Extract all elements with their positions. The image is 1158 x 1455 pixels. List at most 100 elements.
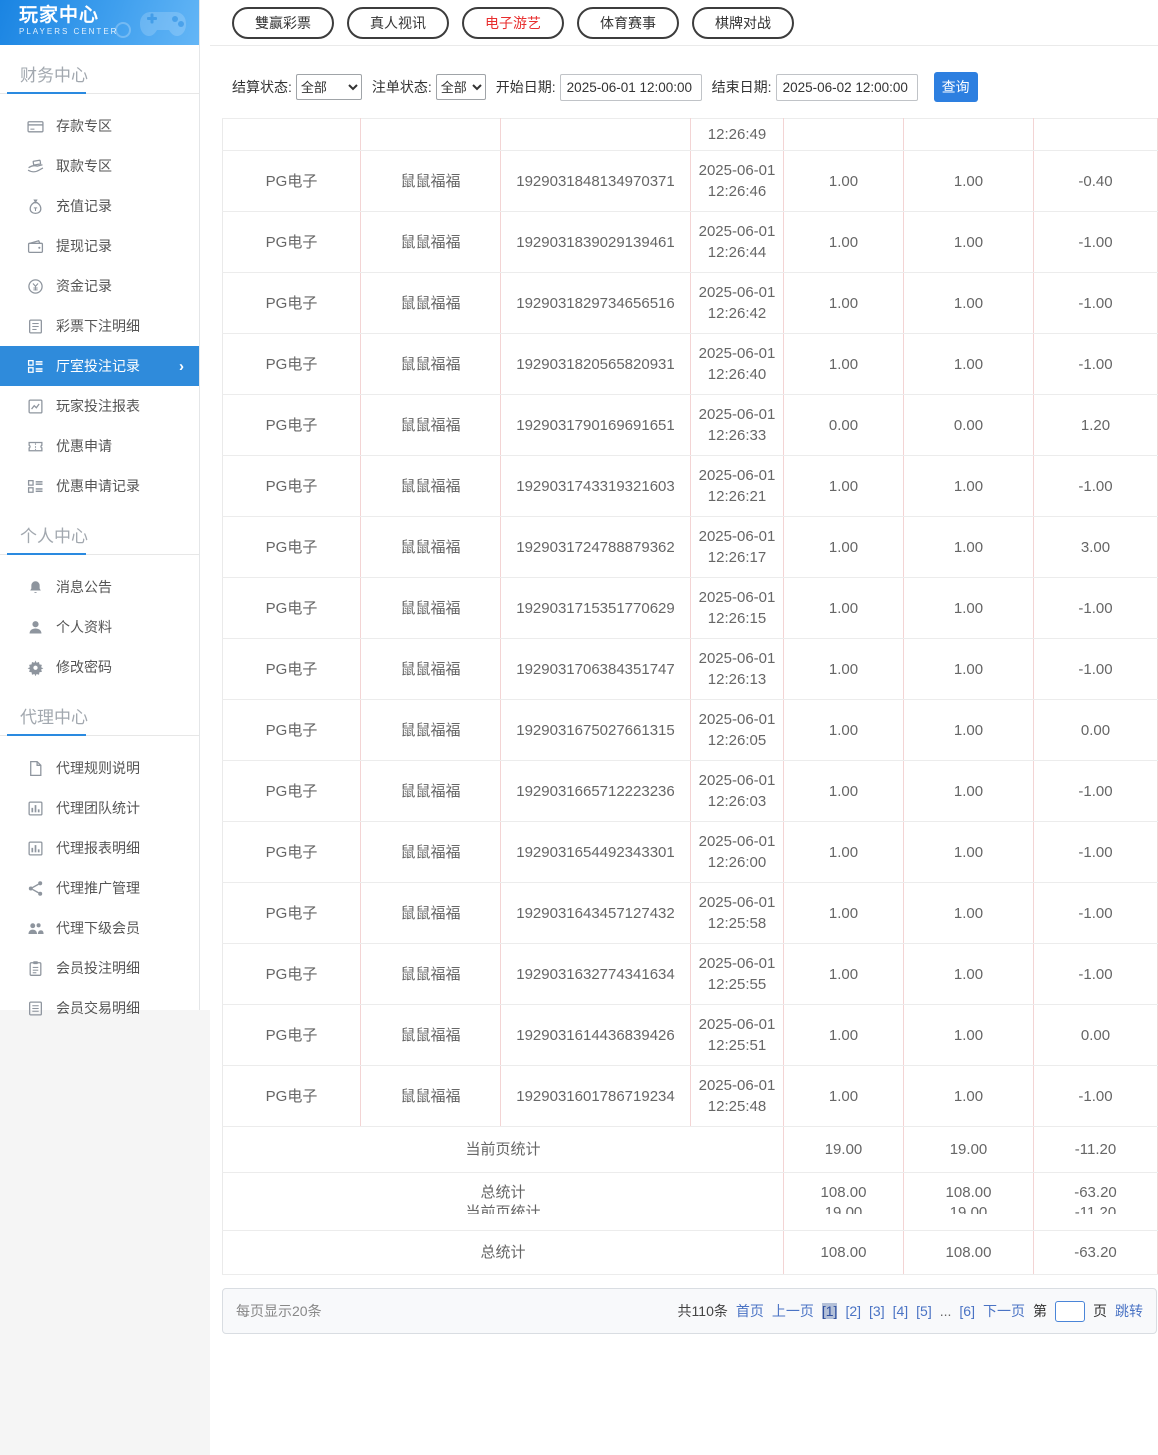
cell-order-no bbox=[500, 118, 691, 151]
tab-electronic-games[interactable]: 电子游艺 bbox=[462, 6, 564, 39]
cell-bet-time: 2025-06-01 12:25:58 bbox=[690, 882, 784, 944]
end-date-label: 结束日期: bbox=[711, 79, 772, 95]
cell-platform: PG电子 bbox=[222, 455, 361, 517]
sidebar-item-deposit-zone[interactable]: 存款专区 bbox=[0, 106, 199, 146]
bet-date: 2025-06-01 bbox=[698, 284, 776, 301]
page-link-2[interactable]: [2] bbox=[845, 1303, 861, 1319]
bet-date: 2025-06-01 bbox=[698, 894, 776, 911]
tab-sports-events[interactable]: 体育赛事 bbox=[577, 6, 679, 39]
jump-prefix-label: 第 bbox=[1033, 1303, 1047, 1319]
sidebar-item-member-trans-detail[interactable]: 会员交易明细 bbox=[0, 988, 199, 1028]
cell-order-no: 1929031715351770629 bbox=[500, 577, 691, 639]
cell-bet-time: 2025-06-01 12:25:55 bbox=[690, 943, 784, 1005]
sidebar-item-agent-team-stats[interactable]: 代理团队统计 bbox=[0, 788, 199, 828]
cell-win-loss: -1.00 bbox=[1033, 211, 1158, 273]
sidebar-item-message-notice[interactable]: 消息公告 bbox=[0, 567, 199, 607]
cell-order-no: 1929031743319321603 bbox=[500, 455, 691, 517]
tabs-bar: 雙赢彩票 真人视讯 电子游艺 体育赛事 棋牌对战 bbox=[210, 0, 1158, 46]
sidebar-item-label: 优惠申请记录 bbox=[56, 478, 140, 494]
page-jump-input[interactable] bbox=[1055, 1300, 1085, 1322]
cell-bet-time: 2025-06-01 12:26:21 bbox=[690, 455, 784, 517]
cell-bet-time: 2025-06-01 12:26:13 bbox=[690, 638, 784, 700]
sidebar-item-label: 代理团队统计 bbox=[56, 800, 140, 816]
sidebar-item-personal-profile[interactable]: 个人资料 bbox=[0, 607, 199, 647]
sidebar-item-promo-apply-record[interactable]: 优惠申请记录 bbox=[0, 466, 199, 506]
cell-bet-amount: 1.00 bbox=[783, 882, 904, 944]
page-link-1[interactable]: [1] bbox=[821, 1303, 838, 1319]
tab-board-games[interactable]: 棋牌对战 bbox=[692, 6, 794, 39]
cell-platform: PG电子 bbox=[222, 272, 361, 334]
sidebar-item-change-password[interactable]: 修改密码 bbox=[0, 647, 199, 687]
cell-bet-time: 2025-06-01 12:26:33 bbox=[690, 394, 784, 456]
sidebar-item-withdraw-zone[interactable]: 取款专区 bbox=[0, 146, 199, 186]
bet-time: 12:25:48 bbox=[707, 1098, 767, 1115]
summary-label-line2: 当前页统计 bbox=[465, 1204, 541, 1214]
sidebar-item-withdraw-record[interactable]: 提现记录 bbox=[0, 226, 199, 266]
cell-bet-time: 2025-06-01 12:26:17 bbox=[690, 516, 784, 578]
sidebar-item-label: 充值记录 bbox=[56, 198, 112, 214]
summary-winloss-clipped: -11.20 bbox=[1034, 1203, 1157, 1214]
sidebar-item-member-bet-detail[interactable]: 会员投注明细 bbox=[0, 948, 199, 988]
sidebar-item-recharge-record[interactable]: 充值记录 bbox=[0, 186, 199, 226]
cell-order-no: 1929031654492343301 bbox=[500, 821, 691, 883]
search-button[interactable]: 查询 bbox=[933, 72, 978, 102]
settle-status-select[interactable]: 全部 bbox=[295, 74, 362, 100]
table-row: PG电子 鼠鼠福福 1929031654492343301 2025-06-01 12:… bbox=[222, 821, 1158, 883]
bet-time: 12:26:03 bbox=[707, 793, 767, 810]
cell-order-no: 1929031848134970371 bbox=[500, 150, 691, 212]
ticket-icon bbox=[27, 438, 44, 455]
cell-order-no: 1929031601786719234 bbox=[500, 1065, 691, 1127]
cell-bet-amount: 1.00 bbox=[783, 760, 904, 822]
sidebar-item-agent-promo-mgmt[interactable]: 代理推广管理 bbox=[0, 868, 199, 908]
clipboard-icon bbox=[27, 960, 44, 977]
page-link-4[interactable]: [4] bbox=[893, 1303, 909, 1319]
cell-win-loss: 3.00 bbox=[1033, 516, 1158, 578]
table-row: PG电子 鼠鼠福福 1929031601786719234 2025-06-01 12:… bbox=[222, 1065, 1158, 1127]
table-row: PG电子 鼠鼠福福 1929031829734656516 2025-06-01 12:… bbox=[222, 272, 1158, 334]
prev-page-link[interactable]: 上一页 bbox=[772, 1301, 814, 1321]
jump-button[interactable]: 跳转 bbox=[1115, 1301, 1143, 1321]
cell-valid-amount: 1.00 bbox=[903, 272, 1034, 334]
cell-win-loss: -1.00 bbox=[1033, 333, 1158, 395]
order-status-select[interactable]: 全部 bbox=[435, 74, 486, 100]
cell-bet-amount: 1.00 bbox=[783, 516, 904, 578]
tab-live-video[interactable]: 真人视讯 bbox=[347, 6, 449, 39]
cell-bet-amount bbox=[783, 118, 904, 151]
bet-time: 12:26:17 bbox=[707, 549, 767, 566]
table-row: PG电子 鼠鼠福福 1929031743319321603 2025-06-01 12:… bbox=[222, 455, 1158, 517]
cell-platform: PG电子 bbox=[222, 638, 361, 700]
summary-valid-line2: 19.00 bbox=[949, 1204, 988, 1214]
sidebar-item-agent-rules[interactable]: 代理规则说明 bbox=[0, 748, 199, 788]
table-row: PG电子 鼠鼠福福 1929031706384351747 2025-06-01 12:… bbox=[222, 638, 1158, 700]
summary-valid-line1: 108.00 bbox=[945, 1184, 992, 1201]
settle-status-label: 结算状态: bbox=[232, 79, 292, 95]
sidebar-item-promo-apply[interactable]: 优惠申请 bbox=[0, 426, 199, 466]
sidebar-item-label: 消息公告 bbox=[56, 579, 112, 595]
end-date-input[interactable] bbox=[775, 73, 918, 101]
summary-row-total: 总统计 108.00 108.00 -63.20 bbox=[222, 1230, 1158, 1275]
doc-lines-icon bbox=[27, 1000, 44, 1017]
next-page-link[interactable]: 下一页 bbox=[983, 1301, 1025, 1321]
page-link-7[interactable]: [6] bbox=[959, 1303, 975, 1319]
first-page-link[interactable]: 首页 bbox=[736, 1301, 764, 1321]
tab-double-win-lottery[interactable]: 雙赢彩票 bbox=[232, 6, 334, 39]
cell-platform: PG电子 bbox=[222, 150, 361, 212]
pager: 共110条 首页 上一页 [1] [2] [3] [4] [5]... [6] 下一页 第… bbox=[678, 1300, 1143, 1322]
sidebar-item-agent-report-detail[interactable]: 代理报表明细 bbox=[0, 828, 199, 868]
sidebar-item-agent-sub-members[interactable]: 代理下级会员 bbox=[0, 908, 199, 948]
cell-platform: PG电子 bbox=[222, 333, 361, 395]
start-date-input[interactable] bbox=[559, 73, 702, 101]
sidebar-item-player-bet-report[interactable]: 玩家投注报表 bbox=[0, 386, 199, 426]
summary-winloss: -63.20 bbox=[1033, 1230, 1158, 1275]
user-icon bbox=[27, 619, 44, 636]
cell-valid-amount: 1.00 bbox=[903, 1004, 1034, 1066]
sidebar-item-hall-bet-record[interactable]: 厅室投注记录 › bbox=[0, 346, 199, 386]
main-content: 雙赢彩票 真人视讯 电子游艺 体育赛事 棋牌对战 结算状态: 全部 注单状态: 全部 开… bbox=[210, 0, 1158, 1334]
sidebar-item-funds-record[interactable]: 资金记录 bbox=[0, 266, 199, 306]
page-link-5[interactable]: [5] bbox=[916, 1303, 932, 1319]
sidebar-item-lottery-bet-detail[interactable]: 彩票下注明细 bbox=[0, 306, 199, 346]
page-link-3[interactable]: [3] bbox=[869, 1303, 885, 1319]
summary-label: 总统计 当前页统计 bbox=[222, 1172, 784, 1231]
cell-platform: PG电子 bbox=[222, 394, 361, 456]
document-icon bbox=[27, 760, 44, 777]
